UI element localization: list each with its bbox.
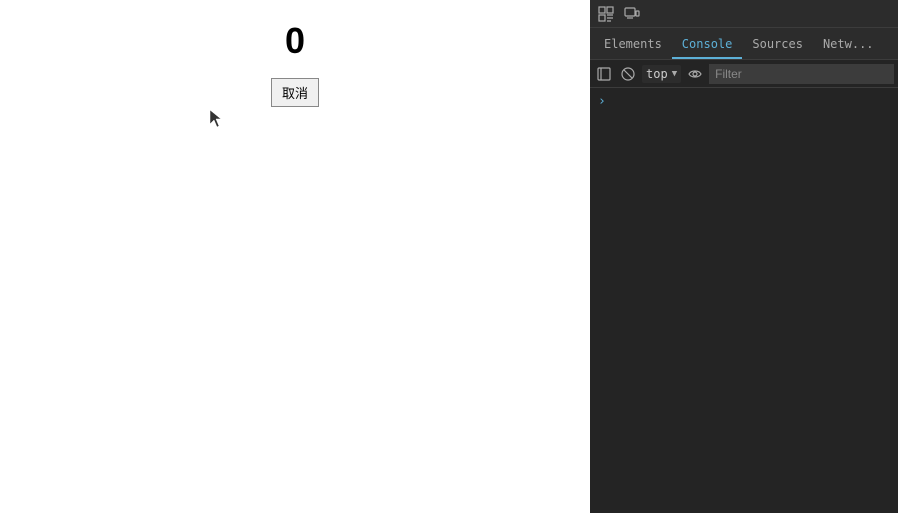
console-content: ›	[590, 88, 898, 513]
context-selector[interactable]: top ▼	[642, 65, 681, 83]
device-toggle-icon[interactable]	[620, 2, 644, 26]
console-toolbar: top ▼	[590, 60, 898, 88]
counter-display: 0	[285, 20, 305, 62]
devtools-toolbar	[590, 0, 898, 28]
tab-console[interactable]: Console	[672, 31, 743, 59]
prompt-arrow-icon[interactable]: ›	[598, 94, 606, 109]
context-dropdown-icon: ▼	[672, 69, 677, 79]
console-prompt: ›	[598, 92, 890, 111]
filter-input[interactable]	[709, 64, 894, 84]
eye-icon[interactable]	[685, 64, 705, 84]
tab-elements[interactable]: Elements	[594, 31, 672, 59]
cancel-button[interactable]: 取消	[271, 78, 319, 107]
devtools-panel: Elements Console Sources Netw... top ▼	[590, 0, 898, 513]
context-label: top	[646, 67, 668, 81]
clear-console-icon[interactable]	[618, 64, 638, 84]
inspect-icon[interactable]	[594, 2, 618, 26]
sidebar-toggle-icon[interactable]	[594, 64, 614, 84]
main-page: 0 取消	[0, 0, 590, 513]
cursor-indicator	[210, 110, 222, 128]
tab-sources[interactable]: Sources	[742, 31, 813, 59]
devtools-tabs: Elements Console Sources Netw...	[590, 28, 898, 60]
tab-network[interactable]: Netw...	[813, 31, 884, 59]
